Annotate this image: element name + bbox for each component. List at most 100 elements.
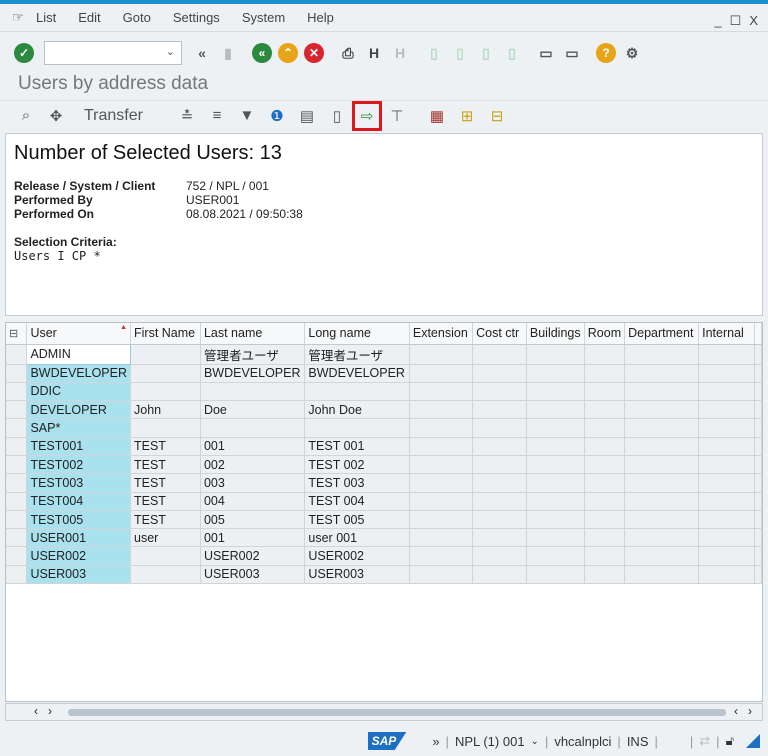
enter-icon[interactable]: ✓ [14, 43, 34, 63]
table-cell[interactable] [584, 400, 626, 420]
table-cell[interactable]: user 001 [304, 528, 410, 548]
table-cell[interactable]: TEST 001 [304, 437, 410, 456]
table-cell[interactable]: John [130, 400, 201, 420]
column-header-department[interactable]: Department [624, 323, 700, 345]
table-cell[interactable]: 管理者ユーザ [304, 344, 410, 365]
find-next-icon[interactable]: H [390, 43, 410, 63]
table-cell[interactable] [526, 546, 585, 566]
table-cell[interactable] [526, 528, 585, 548]
table-cell[interactable] [624, 364, 700, 383]
system-info[interactable]: NPL (1) 001 [455, 734, 525, 749]
table-cell[interactable] [409, 510, 474, 530]
table-cell[interactable] [624, 382, 700, 402]
table-cell[interactable] [584, 473, 626, 493]
table-cell[interactable]: TEST 005 [304, 510, 410, 530]
scrollbar-thumb[interactable] [68, 709, 726, 716]
word-processing-icon[interactable]: ▤ [297, 106, 317, 126]
table-cell[interactable] [754, 344, 762, 365]
table-cell[interactable] [526, 473, 585, 493]
table-cell[interactable]: USER003 [304, 565, 410, 585]
table-cell[interactable] [624, 344, 700, 365]
table-cell[interactable] [130, 344, 201, 365]
table-cell[interactable]: 001 [200, 528, 306, 548]
table-cell[interactable] [409, 418, 474, 438]
table-cell[interactable]: TEST 003 [304, 473, 410, 493]
table-cell[interactable] [130, 546, 201, 566]
table-cell[interactable]: user [130, 528, 201, 548]
table-cell[interactable]: TEST002 [26, 455, 131, 475]
column-header-extension[interactable]: Extension [409, 323, 474, 345]
table-cell[interactable]: TEST 004 [304, 492, 410, 511]
sort-ascending-icon[interactable]: ≛ [177, 106, 197, 126]
table-cell[interactable] [130, 418, 201, 438]
menu-goto[interactable]: Goto [123, 10, 151, 25]
table-cell[interactable] [754, 400, 762, 420]
table-row[interactable]: BWDEVELOPER BWDEVELOPER BWDEVELOPER [6, 364, 762, 383]
table-cell[interactable] [130, 565, 201, 585]
table-cell[interactable] [698, 344, 755, 365]
table-cell[interactable] [698, 382, 755, 402]
table-cell[interactable] [698, 492, 755, 511]
table-cell[interactable] [409, 492, 474, 511]
table-cell[interactable] [754, 510, 762, 530]
table-cell[interactable]: TEST003 [26, 473, 131, 493]
table-row[interactable]: USER002 USER002 USER002 [6, 546, 762, 566]
column-header-internal[interactable]: Internal [698, 323, 755, 345]
table-cell[interactable] [624, 510, 700, 530]
table-cell[interactable]: USER001 [26, 528, 131, 548]
menu-system[interactable]: System [242, 10, 285, 25]
table-row[interactable]: USER001 user 001 user 001 [6, 528, 762, 548]
table-cell[interactable] [409, 344, 474, 365]
table-cell[interactable] [526, 437, 585, 456]
table-cell[interactable] [624, 528, 700, 548]
menu-list[interactable]: List [36, 10, 56, 25]
back-icon[interactable]: « [192, 43, 212, 63]
table-cell[interactable] [472, 437, 527, 456]
column-header-last-name[interactable]: Last name [200, 323, 306, 345]
column-header-long-name[interactable]: Long name [304, 323, 410, 345]
table-row[interactable]: SAP* [6, 418, 762, 438]
table-cell[interactable]: TEST [130, 492, 201, 511]
table-cell[interactable] [409, 546, 474, 566]
table-cell[interactable] [472, 492, 527, 511]
table-cell[interactable] [584, 546, 626, 566]
table-cell[interactable]: TEST [130, 455, 201, 475]
export-icon[interactable]: ⇨ [351, 100, 382, 131]
table-cell[interactable] [472, 400, 527, 420]
table-cell[interactable]: ADMIN [26, 343, 131, 365]
print-preview-icon[interactable]: ▯ [327, 106, 347, 126]
row-selector[interactable] [6, 400, 28, 420]
table-cell[interactable] [754, 546, 762, 566]
table-cell[interactable] [472, 528, 527, 548]
table-cell[interactable] [526, 344, 585, 365]
table-cell[interactable]: John Doe [304, 400, 410, 420]
table-cell[interactable] [409, 455, 474, 475]
chevron-down-icon[interactable]: ⌄ [531, 736, 539, 747]
row-selector[interactable] [6, 510, 28, 530]
table-cell[interactable] [472, 546, 527, 566]
row-selector[interactable] [6, 565, 28, 585]
puzzle-icon[interactable]: ✥ [46, 106, 66, 126]
maximize-button[interactable]: ☐ [730, 13, 742, 29]
table-cell[interactable] [409, 364, 474, 383]
table-cell[interactable] [624, 565, 700, 585]
help-icon[interactable]: ? [596, 43, 616, 63]
table-cell[interactable] [698, 473, 755, 493]
table-cell[interactable] [409, 400, 474, 420]
table-cell[interactable] [754, 418, 762, 438]
table-cell[interactable]: Doe [200, 400, 306, 420]
table-row[interactable]: TEST005 TEST 005 TEST 005 [6, 510, 762, 530]
table-cell[interactable]: TEST001 [26, 437, 131, 456]
table-cell[interactable] [409, 473, 474, 493]
table-cell[interactable]: USER002 [26, 546, 131, 566]
table-cell[interactable] [754, 473, 762, 493]
scroll-left-end-icon[interactable]: ‹ [734, 704, 738, 718]
table-cell[interactable]: 001 [200, 437, 306, 456]
table-cell[interactable] [200, 382, 306, 402]
column-header-room[interactable]: Room [584, 323, 626, 345]
table-cell[interactable]: TEST [130, 473, 201, 493]
table-cell[interactable] [526, 364, 585, 383]
table-cell[interactable] [200, 418, 306, 438]
layout-icon[interactable]: ⊤ [387, 106, 407, 126]
table-cell[interactable] [624, 473, 700, 493]
